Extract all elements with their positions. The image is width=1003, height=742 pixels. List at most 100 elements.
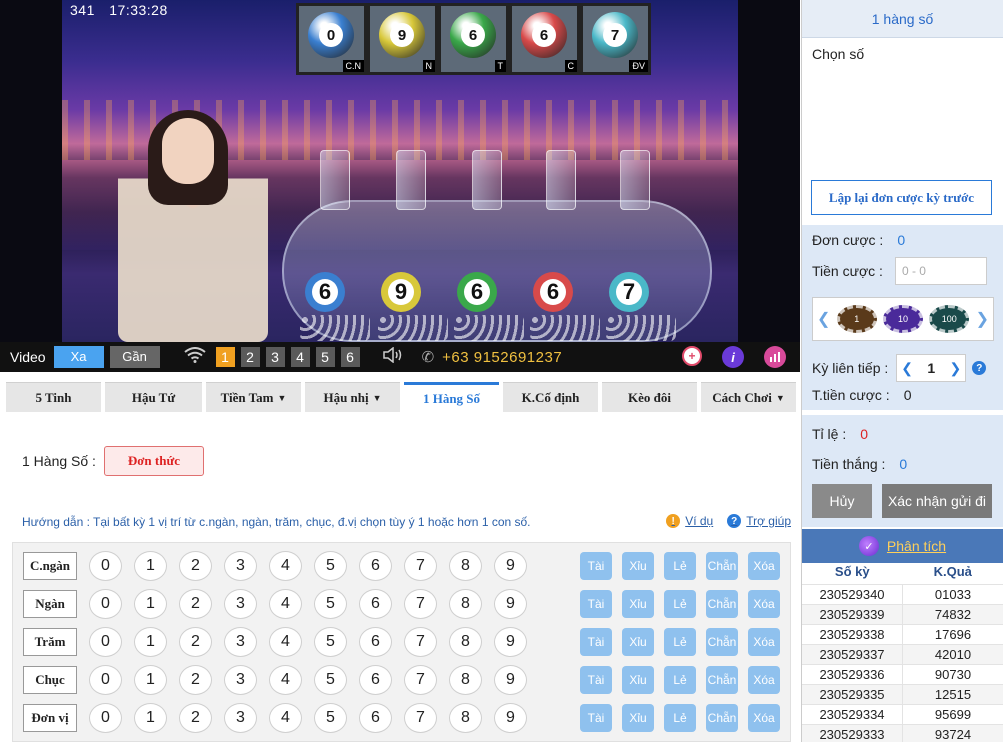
number-ball-button[interactable]: 3	[224, 551, 257, 581]
number-ball-button[interactable]: 2	[179, 551, 212, 581]
number-ball-button[interactable]: 9	[494, 551, 527, 581]
favorite-icon[interactable]: +	[682, 346, 702, 366]
bet-amount-input[interactable]: 0 - 0	[894, 257, 987, 285]
number-ball-button[interactable]: 0	[89, 589, 122, 619]
quick-pick-button[interactable]: Chẵn	[706, 590, 738, 618]
confirm-button[interactable]: Xác nhận gửi đi	[882, 484, 992, 518]
channel-button[interactable]: 4	[290, 347, 310, 367]
number-ball-button[interactable]: 6	[359, 551, 392, 581]
channel-button[interactable]: 1	[215, 347, 235, 367]
number-ball-button[interactable]: 9	[494, 627, 527, 657]
number-ball-button[interactable]: 9	[494, 589, 527, 619]
number-ball-button[interactable]: 0	[89, 627, 122, 657]
number-ball-button[interactable]: 7	[404, 703, 437, 733]
single-mode-button[interactable]: Đơn thức	[103, 446, 204, 476]
bet-chip[interactable]: 10	[883, 305, 923, 333]
stats-icon[interactable]	[764, 346, 786, 368]
number-ball-button[interactable]: 2	[179, 665, 212, 695]
number-ball-button[interactable]: 5	[314, 627, 347, 657]
channel-button[interactable]: 2	[240, 347, 260, 367]
number-ball-button[interactable]: 4	[269, 703, 302, 733]
tab-item[interactable]: Tiền Tam ▼	[206, 382, 301, 412]
number-ball-button[interactable]: 7	[404, 665, 437, 695]
help-icon[interactable]: ?	[972, 361, 987, 375]
far-view-button[interactable]: Xa	[53, 346, 104, 368]
cancel-button[interactable]: Hủy	[812, 484, 872, 518]
tab-item[interactable]: Kèo đôi	[602, 382, 697, 412]
number-ball-button[interactable]: 3	[224, 665, 257, 695]
number-ball-button[interactable]: 5	[314, 551, 347, 581]
tab-item[interactable]: Cách Chơi ▼	[701, 382, 796, 412]
number-ball-button[interactable]: 1	[134, 627, 167, 657]
tab-item[interactable]: Hậu Tứ	[105, 382, 202, 412]
quick-pick-button[interactable]: Tài	[580, 704, 612, 732]
number-ball-button[interactable]: 0	[89, 665, 122, 695]
speaker-icon[interactable]	[382, 345, 404, 368]
tab-item[interactable]: 1 Hàng Số	[404, 382, 499, 412]
quick-pick-button[interactable]: Xóa	[748, 552, 780, 580]
tab-item[interactable]: K.Cố định	[503, 382, 598, 412]
chevron-left-icon[interactable]: ❮	[901, 360, 913, 377]
number-ball-button[interactable]: 0	[89, 551, 122, 581]
number-ball-button[interactable]: 0	[89, 703, 122, 733]
quick-pick-button[interactable]: Chẵn	[706, 552, 738, 580]
number-ball-button[interactable]: 4	[269, 551, 302, 581]
number-ball-button[interactable]: 1	[134, 589, 167, 619]
chevron-right-icon[interactable]: ❯	[950, 360, 962, 377]
number-ball-button[interactable]: 1	[134, 703, 167, 733]
help-link[interactable]: ? Trợ giúp	[727, 514, 791, 528]
channel-button[interactable]: 3	[265, 347, 285, 367]
example-link[interactable]: ! Ví dụ	[666, 514, 713, 528]
number-ball-button[interactable]: 9	[494, 703, 527, 733]
quick-pick-button[interactable]: Xỉu	[622, 704, 654, 732]
quick-pick-button[interactable]: Chẵn	[706, 704, 738, 732]
chevron-right-icon[interactable]: ❯	[976, 309, 989, 329]
quick-pick-button[interactable]: Tài	[580, 666, 612, 694]
quick-pick-button[interactable]: Xóa	[748, 590, 780, 618]
number-ball-button[interactable]: 4	[269, 627, 302, 657]
quick-pick-button[interactable]: Xỉu	[622, 590, 654, 618]
tab-item[interactable]: Hậu nhị ▼	[305, 382, 400, 412]
number-ball-button[interactable]: 5	[314, 703, 347, 733]
quick-pick-button[interactable]: Lẻ	[664, 628, 696, 656]
number-ball-button[interactable]: 8	[449, 703, 482, 733]
quick-pick-button[interactable]: Tài	[580, 590, 612, 618]
number-ball-button[interactable]: 8	[449, 627, 482, 657]
quick-pick-button[interactable]: Xóa	[748, 628, 780, 656]
number-ball-button[interactable]: 1	[134, 551, 167, 581]
number-ball-button[interactable]: 6	[359, 589, 392, 619]
quick-pick-button[interactable]: Xỉu	[622, 628, 654, 656]
number-ball-button[interactable]: 8	[449, 551, 482, 581]
number-ball-button[interactable]: 7	[404, 589, 437, 619]
number-ball-button[interactable]: 8	[449, 665, 482, 695]
quick-pick-button[interactable]: Lẻ	[664, 590, 696, 618]
number-ball-button[interactable]: 2	[179, 703, 212, 733]
number-ball-button[interactable]: 5	[314, 665, 347, 695]
quick-pick-button[interactable]: Lẻ	[664, 666, 696, 694]
number-ball-button[interactable]: 6	[359, 627, 392, 657]
quick-pick-button[interactable]: Chẵn	[706, 666, 738, 694]
number-ball-button[interactable]: 2	[179, 627, 212, 657]
info-icon[interactable]: i	[722, 346, 744, 368]
number-ball-button[interactable]: 1	[134, 665, 167, 695]
number-ball-button[interactable]: 6	[359, 703, 392, 733]
quick-pick-button[interactable]: Lẻ	[664, 552, 696, 580]
number-ball-button[interactable]: 7	[404, 627, 437, 657]
consecutive-stepper[interactable]: ❮ 1 ❯	[896, 354, 967, 382]
number-ball-button[interactable]: 2	[179, 589, 212, 619]
number-ball-button[interactable]: 4	[269, 665, 302, 695]
number-ball-button[interactable]: 7	[404, 551, 437, 581]
analysis-link[interactable]: Phân tích	[887, 538, 946, 554]
channel-button[interactable]: 5	[315, 347, 335, 367]
number-ball-button[interactable]: 8	[449, 589, 482, 619]
quick-pick-button[interactable]: Tài	[580, 628, 612, 656]
number-ball-button[interactable]: 4	[269, 589, 302, 619]
bet-chip[interactable]: 100	[929, 305, 970, 333]
chevron-left-icon[interactable]: ❮	[817, 309, 830, 329]
quick-pick-button[interactable]: Chẵn	[706, 628, 738, 656]
number-ball-button[interactable]: 9	[494, 665, 527, 695]
channel-button[interactable]: 6	[340, 347, 360, 367]
number-ball-button[interactable]: 3	[224, 589, 257, 619]
tab-item[interactable]: 5 Tinh	[6, 382, 101, 412]
quick-pick-button[interactable]: Xóa	[748, 704, 780, 732]
